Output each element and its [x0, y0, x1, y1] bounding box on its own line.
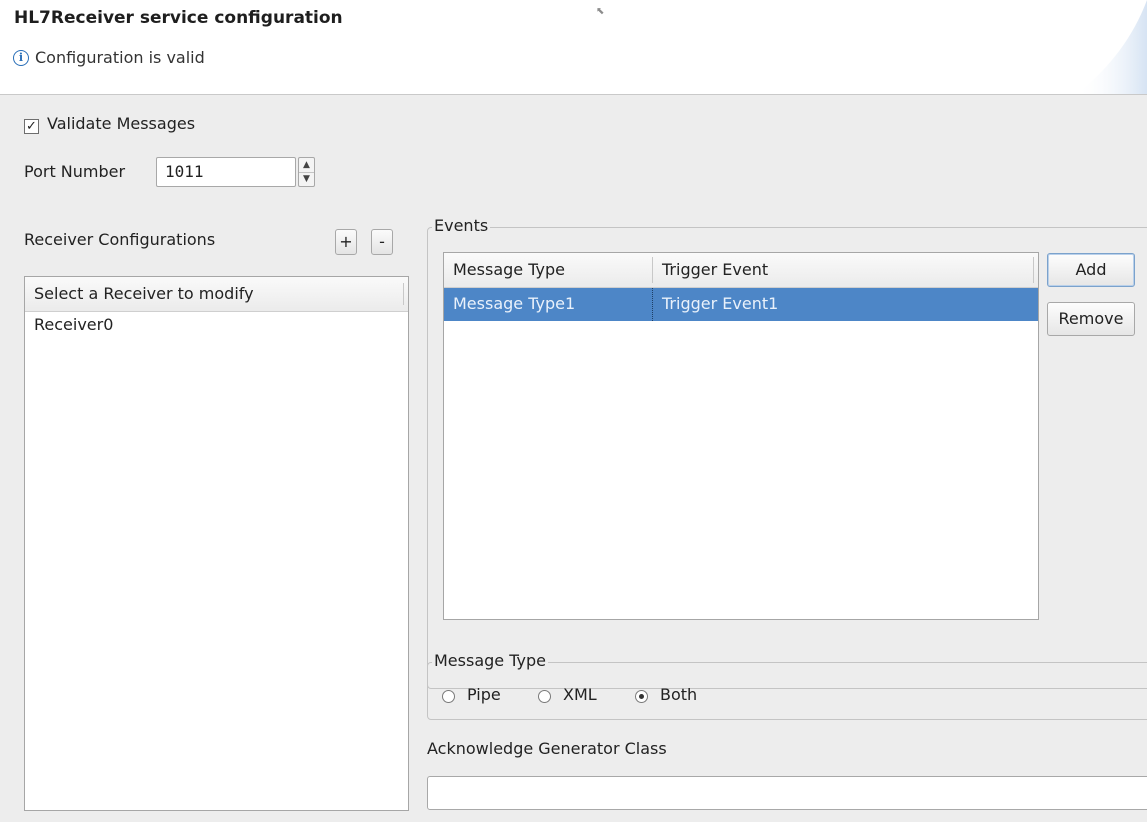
cell-divider: [652, 288, 653, 321]
spinner-up-icon[interactable]: ▲: [299, 158, 314, 173]
mouse-cursor-icon: ⬉: [596, 6, 605, 17]
remove-receiver-button[interactable]: -: [371, 229, 393, 255]
validate-messages-label[interactable]: Validate Messages: [47, 114, 195, 133]
port-number-label: Port Number: [24, 162, 126, 181]
events-table-header: Message Type Trigger Event: [444, 253, 1038, 288]
header-decoration: [1077, 0, 1147, 94]
page-title: HL7Receiver service configuration: [14, 8, 343, 28]
remove-event-button[interactable]: Remove: [1047, 302, 1135, 336]
radio-xml[interactable]: [538, 690, 551, 703]
cell-message-type: Message Type1: [453, 294, 576, 313]
spinner-down-icon[interactable]: ▼: [299, 172, 314, 186]
add-receiver-button[interactable]: +: [335, 229, 357, 255]
port-number-spinner[interactable]: ▲ ▼: [298, 157, 315, 187]
message-type-group: [427, 662, 1147, 720]
column-divider: [403, 283, 404, 305]
status-message: Configuration is valid: [35, 48, 205, 67]
radio-xml-label[interactable]: XML: [563, 685, 597, 704]
validate-messages-checkbox[interactable]: ✓: [24, 119, 39, 134]
column-divider: [652, 257, 653, 283]
receiver-list[interactable]: Select a Receiver to modify Receiver0: [24, 276, 409, 811]
receiver-configurations-label: Receiver Configurations: [24, 230, 216, 249]
table-row[interactable]: Message Type1 Trigger Event1: [444, 288, 1038, 321]
add-event-button[interactable]: Add: [1047, 253, 1135, 287]
radio-selected-dot: [639, 694, 644, 699]
receiver-list-item[interactable]: Receiver0: [34, 315, 113, 334]
receiver-list-header[interactable]: Select a Receiver to modify: [25, 277, 408, 312]
column-header-message-type[interactable]: Message Type: [453, 253, 565, 287]
radio-pipe-label[interactable]: Pipe: [467, 685, 513, 704]
radio-both[interactable]: [635, 690, 648, 703]
info-icon: i: [13, 50, 29, 66]
radio-pipe[interactable]: [442, 690, 455, 703]
events-table[interactable]: Message Type Trigger Event Message Type1…: [443, 252, 1039, 620]
radio-both-label[interactable]: Both: [660, 685, 697, 704]
column-header-trigger-event[interactable]: Trigger Event: [662, 253, 768, 287]
ack-generator-label: Acknowledge Generator Class: [427, 739, 667, 758]
message-type-group-title: Message Type: [432, 651, 548, 670]
column-divider: [1033, 257, 1034, 283]
cell-trigger-event: Trigger Event1: [662, 294, 779, 313]
port-number-input[interactable]: 1011: [156, 157, 296, 187]
receiver-list-header-label: Select a Receiver to modify: [34, 284, 254, 303]
events-group-title: Events: [432, 216, 491, 235]
ack-generator-input[interactable]: [427, 776, 1147, 810]
